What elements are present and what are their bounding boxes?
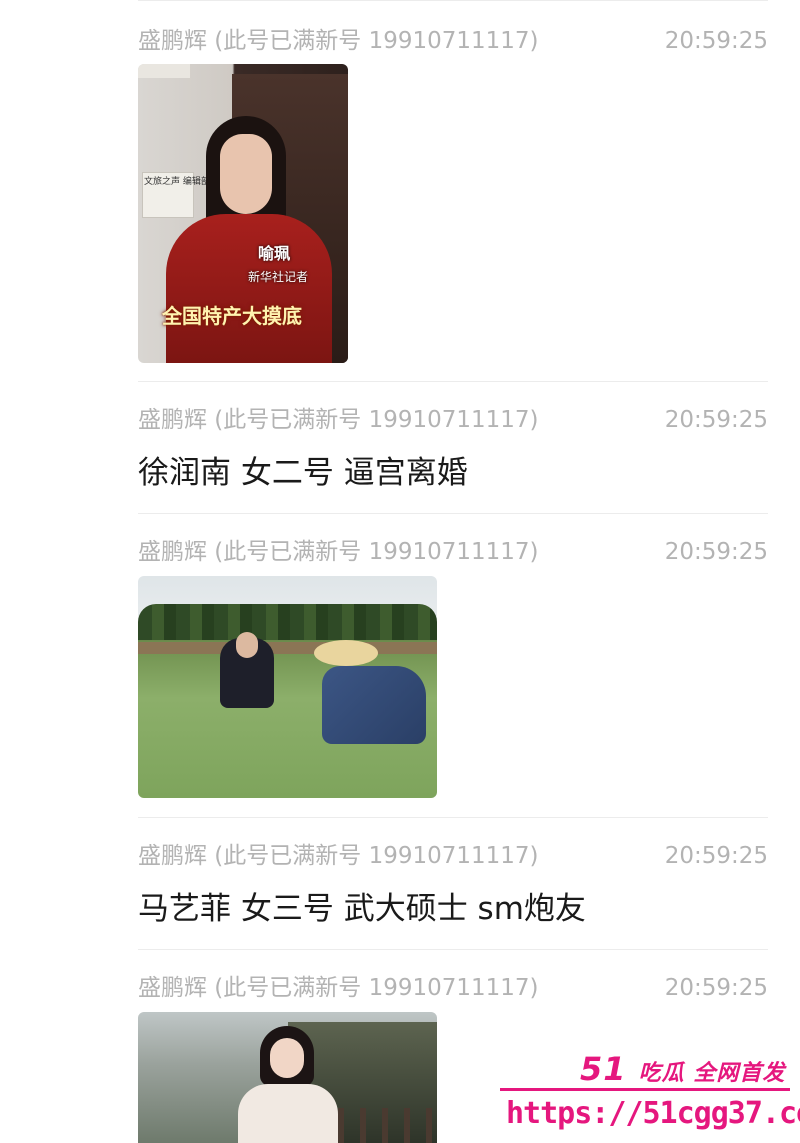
watermark-underline xyxy=(500,1088,790,1091)
message-image-girl[interactable] xyxy=(138,1012,437,1143)
message-divider xyxy=(138,949,768,950)
sender-name: 盛鹏辉 (此号已满新号 19910711117) xyxy=(138,975,539,1001)
sender-name: 盛鹏辉 (此号已满新号 19910711117) xyxy=(138,28,539,54)
message-time: 20:59:25 xyxy=(664,975,768,1001)
message-time: 20:59:25 xyxy=(664,843,768,869)
message-divider xyxy=(138,513,768,514)
message-meta: 盛鹏辉 (此号已满新号 19910711117) 20:59:25 xyxy=(138,24,768,58)
message-divider xyxy=(138,817,768,818)
message-meta: 盛鹏辉 (此号已满新号 19910711117) 20:59:25 xyxy=(138,839,768,873)
message-divider xyxy=(138,381,768,382)
message-meta: 盛鹏辉 (此号已满新号 19910711117) 20:59:25 xyxy=(138,403,768,437)
message-meta: 盛鹏辉 (此号已满新号 19910711117) 20:59:25 xyxy=(138,971,768,1005)
watermark-logo: 51 吃瓜 全网首发 xyxy=(580,1050,785,1088)
sender-name: 盛鹏辉 (此号已满新号 19910711117) xyxy=(138,843,539,869)
image-caption-title: 全国特产大摸底 xyxy=(162,304,302,328)
message-text: 徐润南 女二号 逼宫离婚 xyxy=(138,455,468,491)
sender-name: 盛鹏辉 (此号已满新号 19910711117) xyxy=(138,407,539,433)
message-item[interactable]: 盛鹏辉 (此号已满新号 19910711117) 20:59:25 xyxy=(138,535,768,569)
watermark-logo-text: 吃瓜 全网首发 xyxy=(638,1061,786,1086)
message-image-field[interactable] xyxy=(138,576,437,798)
message-meta: 盛鹏辉 (此号已满新号 19910711117) 20:59:25 xyxy=(138,535,768,569)
message-time: 20:59:25 xyxy=(664,28,768,54)
watermark-logo-num: 51 xyxy=(580,1050,627,1088)
message-item[interactable]: 盛鹏辉 (此号已满新号 19910711117) 20:59:25 徐润南 女二… xyxy=(138,403,768,495)
message-item[interactable]: 盛鹏辉 (此号已满新号 19910711117) 20:59:25 xyxy=(138,971,768,1005)
message-time: 20:59:25 xyxy=(664,407,768,433)
image-caption-name: 喻珮 xyxy=(258,244,291,263)
message-item[interactable]: 盛鹏辉 (此号已满新号 19910711117) 20:59:25 xyxy=(138,24,768,58)
message-image-reporter[interactable]: 文旅之声 编辑部 206 喻珮 新华社记者 全国特产大摸底 xyxy=(138,64,348,363)
watermark-url: https://51cgg37.com xyxy=(506,1096,800,1131)
message-item[interactable]: 盛鹏辉 (此号已满新号 19910711117) 20:59:25 马艺菲 女三… xyxy=(138,839,768,931)
message-text: 马艺菲 女三号 武大硕士 sm炮友 xyxy=(138,891,586,927)
sender-name: 盛鹏辉 (此号已满新号 19910711117) xyxy=(138,539,539,565)
message-time: 20:59:25 xyxy=(664,539,768,565)
top-divider xyxy=(138,0,768,1)
image-caption-role: 新华社记者 xyxy=(248,270,309,284)
